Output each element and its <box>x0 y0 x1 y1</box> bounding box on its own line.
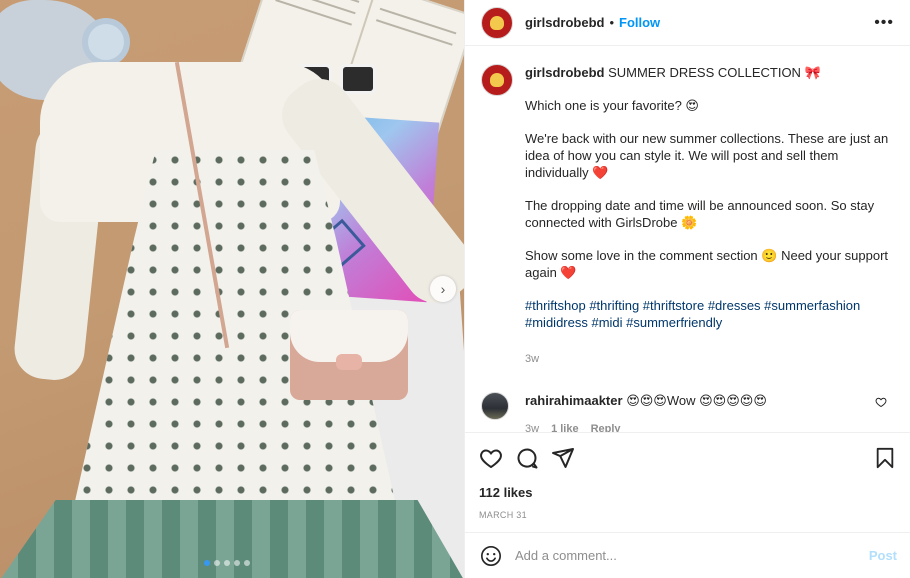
scrunchie <box>82 18 130 66</box>
comment-username[interactable]: rahirahimaakter <box>525 393 623 408</box>
post-header: girlsdrobebd • Follow ••• <box>465 0 910 46</box>
post-button[interactable]: Post <box>869 548 897 563</box>
caption-line: The dropping date and time will be annou… <box>525 198 875 230</box>
carousel-dot <box>224 560 230 566</box>
header-separator: • <box>609 15 615 30</box>
caption-username[interactable]: girlsdrobebd <box>525 65 604 80</box>
bookmark-icon[interactable] <box>873 446 897 470</box>
avatar[interactable] <box>481 64 513 96</box>
post-image[interactable]: › <box>0 0 464 578</box>
avatar[interactable] <box>481 392 509 420</box>
caption-line: We're back with our new summer collectio… <box>525 131 889 180</box>
follow-button[interactable]: Follow <box>619 15 660 30</box>
heart-emoji: ❤️ <box>560 265 577 280</box>
comment-item: rahirahimaakter 😍😍😍Wow 😍😍😍😍😍 3w 1 like R… <box>481 392 895 432</box>
comment-likes[interactable]: 1 like <box>551 421 579 432</box>
share-icon[interactable] <box>551 446 575 470</box>
caption-line: Which one is your favorite? 😍 <box>525 98 699 113</box>
likes-count[interactable]: 112 likes <box>479 485 897 500</box>
comment-age: 3w <box>525 423 540 432</box>
comment-body: rahirahimaakter 😍😍😍Wow 😍😍😍😍😍 3w 1 like R… <box>525 392 865 432</box>
caption: girlsdrobebd SUMMER DRESS COLLECTION 🎀 W… <box>481 64 895 368</box>
comment-input[interactable] <box>515 548 869 563</box>
post-panel: girlsdrobebd • Follow ••• girlsdrobebd S… <box>464 0 910 578</box>
comment-icon[interactable] <box>515 446 539 470</box>
heart-emoji: ❤️ <box>592 165 609 180</box>
more-options-icon[interactable]: ••• <box>874 14 894 32</box>
heart-icon[interactable] <box>479 446 503 470</box>
caption-hashtags[interactable]: #thriftshop #thrifting #thriftstore #dre… <box>525 297 895 331</box>
reply-button[interactable]: Reply <box>591 421 621 432</box>
carousel-dot <box>244 560 250 566</box>
comment-text: 😍😍😍Wow 😍😍😍😍😍 <box>626 393 767 408</box>
carousel-dots <box>204 560 250 566</box>
carousel-dot <box>204 560 210 566</box>
comments-section[interactable]: girlsdrobebd SUMMER DRESS COLLECTION 🎀 W… <box>465 46 910 432</box>
carousel-dot <box>214 560 220 566</box>
dress-hem <box>0 500 464 578</box>
caption-age: 3w <box>525 353 540 365</box>
caption-body: girlsdrobebd SUMMER DRESS COLLECTION 🎀 W… <box>525 64 895 368</box>
header-username[interactable]: girlsdrobebd <box>525 15 604 30</box>
action-bar: 112 likes MARCH 31 <box>465 432 910 520</box>
smiley-icon[interactable] <box>479 544 503 568</box>
avatar[interactable] <box>481 6 513 39</box>
comment-composer: Post <box>465 532 910 578</box>
handbag <box>290 310 408 400</box>
caption-line: Show some love in the comment section 🙂 … <box>525 248 889 280</box>
comment-meta: 3w 1 like Reply <box>525 421 865 432</box>
post-date: MARCH 31 <box>479 510 527 520</box>
carousel-dot <box>234 560 240 566</box>
heart-icon[interactable] <box>875 396 887 411</box>
chevron-right-icon[interactable]: › <box>430 276 456 302</box>
caption-title: SUMMER DRESS COLLECTION 🎀 <box>608 65 821 80</box>
